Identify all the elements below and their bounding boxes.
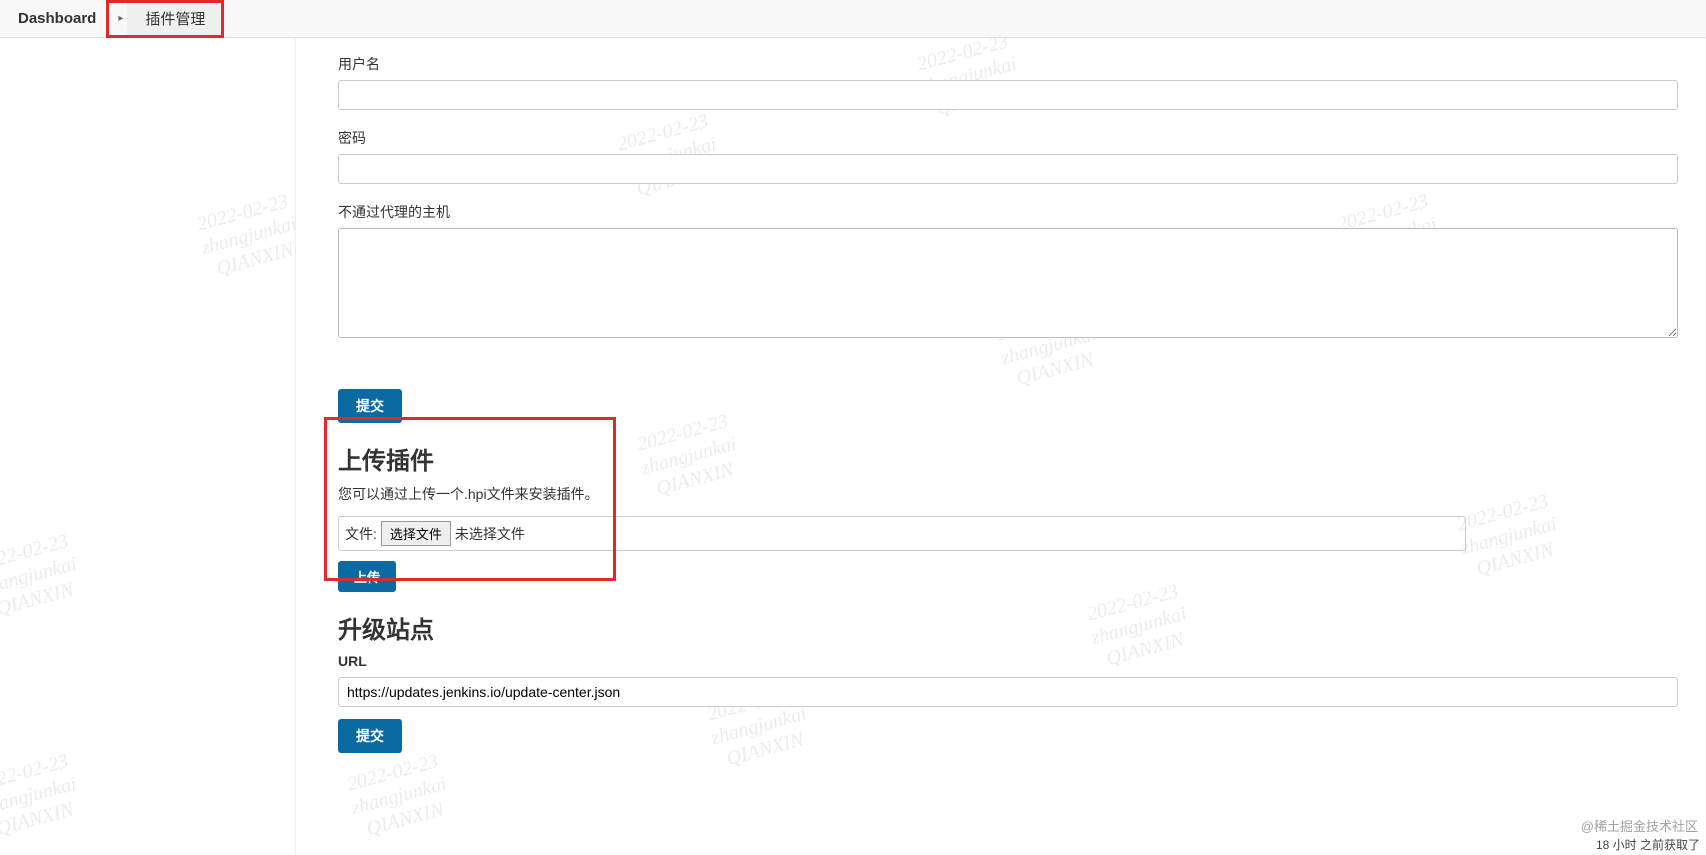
username-input[interactable] [338,80,1678,110]
chevron-right-icon: ▸ [114,0,127,37]
choose-file-button[interactable]: 选择文件 [381,521,451,546]
submit-update-site-button[interactable]: 提交 [338,719,402,753]
url-label: URL [338,653,1706,669]
update-site-heading: 升级站点 [338,610,1706,645]
submit-proxy-button[interactable]: 提交 [338,389,402,423]
breadcrumb-plugin-management[interactable]: 插件管理 [127,0,223,37]
file-input-row: 文件: 选择文件 未选择文件 [338,516,1466,551]
update-site-url-input[interactable] [338,677,1678,707]
sidebar [0,38,296,855]
password-input[interactable] [338,154,1678,184]
password-label: 密码 [338,128,1706,148]
upload-plugin-description: 您可以通过上传一个.hpi文件来安装插件。 [338,484,1706,504]
no-proxy-hosts-label: 不通过代理的主机 [338,202,1706,222]
file-label: 文件: [345,524,377,544]
username-label: 用户名 [338,54,1706,74]
breadcrumb-dashboard[interactable]: Dashboard [0,0,114,37]
main-content: 用户名 密码 不通过代理的主机 提交 上传插件 您可以通过上传一个.hpi文件来… [296,38,1706,855]
upload-plugin-heading: 上传插件 [338,441,1706,476]
upload-button[interactable]: 上传 [338,561,396,592]
no-proxy-hosts-textarea[interactable] [338,228,1678,338]
footer-status-text: 18 小时 之前获取了 [1596,836,1700,853]
footer-credit: @稀土掘金技术社区 [1581,816,1698,835]
breadcrumb: Dashboard ▸ 插件管理 [0,0,1706,38]
file-selected-status: 未选择文件 [455,524,525,544]
